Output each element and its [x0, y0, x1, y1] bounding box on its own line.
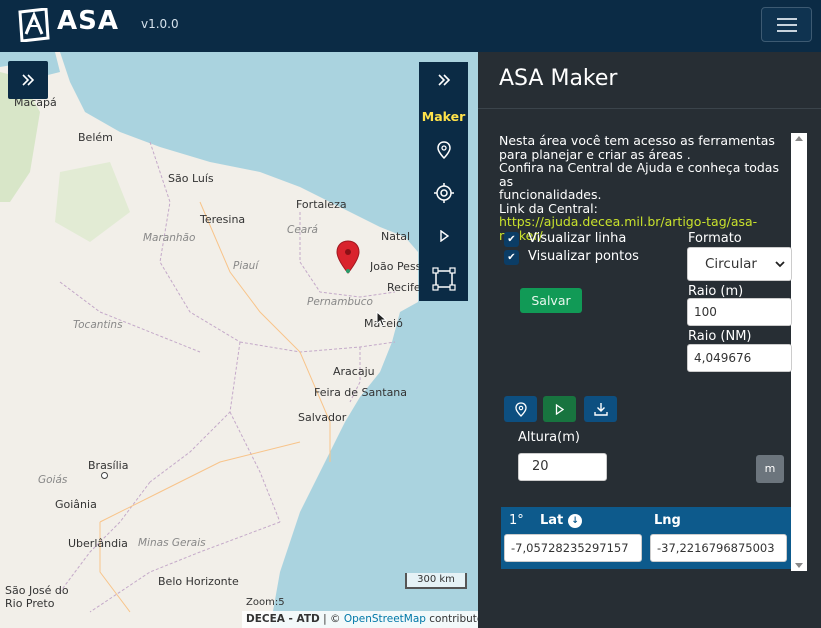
hamburger-icon-line: [777, 24, 797, 26]
play-button[interactable]: [543, 396, 576, 422]
map-state-label: Minas Gerais: [138, 537, 206, 549]
capital-marker-icon: [101, 472, 108, 479]
map-attribution: DECEA - ATD | © OpenStreetMap contributo…: [242, 611, 478, 628]
map-city-label: Belo Horizonte: [158, 575, 239, 588]
chevron-down-icon: [775, 249, 785, 282]
checkbox-label: Visualizar pontos: [528, 249, 639, 264]
map-city-label: Brasília: [88, 459, 129, 472]
lng-header: Lng: [654, 513, 681, 528]
hamburger-icon-line: [777, 30, 797, 32]
maker-label: Maker: [421, 109, 466, 124]
scroll-down-icon[interactable]: [795, 563, 803, 568]
map-city-label: Feira de Santana: [314, 386, 408, 399]
map-marker-pin-icon[interactable]: [336, 240, 360, 274]
toolbar-expand-button[interactable]: [419, 64, 468, 96]
maker-toolbar: Maker: [419, 62, 468, 301]
checkbox-label: Visualizar linha: [528, 231, 627, 246]
hamburger-icon: [777, 18, 797, 20]
altura-input[interactable]: 20: [518, 453, 607, 481]
map-city-label: Uberlândia: [68, 537, 128, 550]
latitude-input[interactable]: -7,05728235297157: [504, 534, 642, 562]
radius-nm-input[interactable]: 4,049676: [687, 344, 792, 372]
map-state-label: Piauí: [233, 260, 259, 272]
scrollbar-thumb[interactable]: [794, 145, 804, 557]
intro-line: funcionalidades.: [499, 187, 602, 202]
add-marker-button[interactable]: [504, 396, 537, 422]
play-icon: [555, 403, 564, 415]
radius-m-input[interactable]: 100: [687, 298, 792, 326]
menu-toggle-button[interactable]: [761, 7, 812, 42]
map-city-label: São Luís: [168, 172, 214, 185]
save-button[interactable]: Salvar: [520, 288, 582, 313]
checkbox-visualizar-pontos[interactable]: ✔ Visualizar pontos: [504, 249, 664, 265]
map-state-label: Ceará: [287, 224, 318, 236]
altura-label: Altura(m): [518, 430, 580, 445]
play-icon: [439, 230, 449, 242]
map-city-label: São José do Rio Preto: [5, 584, 69, 610]
checkbox-visualizar-linha[interactable]: ✔ Visualizar linha: [504, 231, 664, 247]
map-city-label: Natal: [381, 230, 411, 243]
map-state-label: Tocantins: [73, 319, 123, 331]
map-view[interactable]: Macapá Belém São Luís Fortaleza Teresina…: [0, 52, 478, 628]
attribution-owner: DECEA - ATD: [246, 613, 320, 625]
top-navbar: ASA v1.0.0: [0, 0, 821, 52]
longitude-input[interactable]: -37,2216796875003: [650, 534, 787, 562]
sidebar-toggle-button[interactable]: [8, 61, 48, 99]
check-icon[interactable]: ✔: [504, 250, 519, 265]
intro-line: Confira na Central de Ajuda e conheça to…: [499, 160, 779, 189]
lat-header: Lat: [540, 513, 564, 528]
download-icon: [593, 403, 608, 416]
double-chevron-right-icon: [437, 74, 450, 86]
zoom-level-label: Zoom:5: [246, 597, 285, 608]
map-state-label: Maranhão: [143, 232, 196, 244]
mouse-cursor-icon: [376, 311, 388, 327]
map-city-label: Salvador: [298, 411, 347, 424]
check-icon[interactable]: ✔: [504, 232, 519, 247]
tool-play-button[interactable]: [419, 220, 468, 252]
radius-m-label: Raio (m): [688, 284, 744, 299]
format-label: Formato: [688, 231, 742, 246]
map-state-label: Goiás: [38, 474, 68, 486]
unit-meters-button[interactable]: m: [756, 455, 784, 483]
panel-title: ASA Maker: [499, 66, 618, 91]
panel-scrollbar[interactable]: [791, 133, 807, 571]
polygon-draw-icon: [431, 267, 456, 291]
map-city-label: Teresina: [200, 213, 246, 226]
tool-marker-button[interactable]: [419, 134, 468, 166]
radius-nm-label: Raio (NM): [688, 329, 752, 344]
arrow-down-circle-icon[interactable]: ↓: [568, 514, 582, 528]
map-city-label: Belém: [78, 131, 113, 144]
tool-polygon-button[interactable]: [419, 263, 468, 295]
scroll-up-icon[interactable]: [795, 136, 803, 141]
download-button[interactable]: [584, 396, 617, 422]
panel-divider: [478, 108, 821, 109]
crosshair-icon: [433, 183, 454, 203]
map-city-label: Fortaleza: [296, 198, 347, 211]
intro-line: Link da Central:: [499, 200, 598, 216]
intro-line: Nesta área você tem acesso as ferramenta…: [499, 133, 775, 148]
map-city-label: Goiânia: [55, 498, 97, 511]
version-label: v1.0.0: [141, 17, 179, 31]
tool-target-button[interactable]: [419, 177, 468, 209]
brand-name: ASA: [57, 6, 119, 36]
coordinates-table: 1° Lat ↓ Lng -7,05728235297157 -37,22167…: [501, 507, 791, 569]
map-city-label: João Pessoa: [370, 260, 419, 273]
attribution-separator: | ©: [319, 613, 344, 625]
double-chevron-right-icon: [22, 74, 35, 86]
map-state-label: Pernambuco: [307, 296, 373, 308]
point-index: 1°: [509, 513, 524, 528]
osm-link[interactable]: OpenStreetMap: [344, 613, 426, 625]
intro-line: para planejar e criar as áreas .: [499, 146, 691, 162]
format-select[interactable]: Circular: [687, 247, 792, 281]
attribution-suffix: contributors: [429, 613, 478, 625]
map-marker-icon: [514, 401, 527, 417]
panel-intro-text: Nesta área você tem acesso as ferramenta…: [499, 134, 791, 242]
format-select-value: Circular: [705, 256, 757, 272]
map-city-label: Recife: [387, 281, 419, 294]
map-scale-bar: 300 km: [405, 573, 467, 589]
map-city-label: Aracaju: [333, 365, 375, 378]
map-marker-icon: [436, 141, 451, 159]
